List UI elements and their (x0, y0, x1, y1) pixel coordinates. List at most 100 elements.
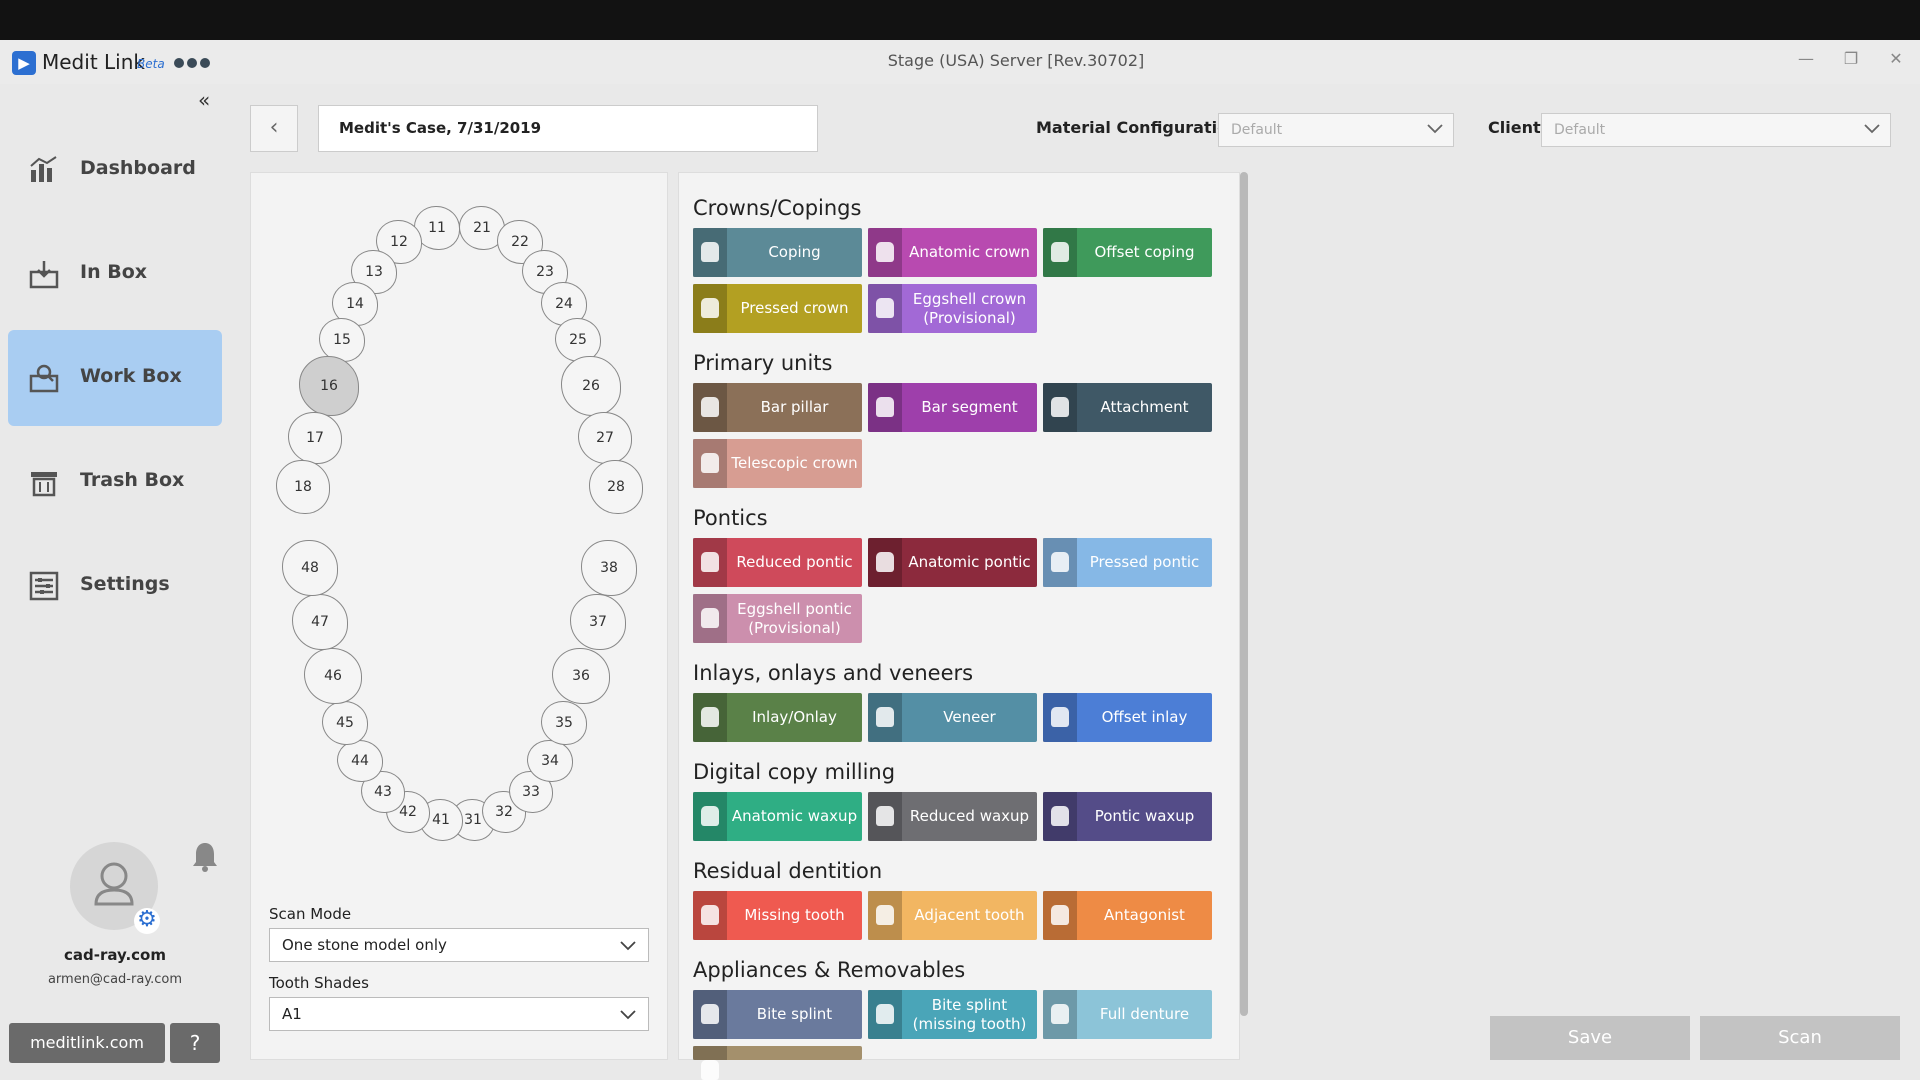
restore-icon[interactable]: ❐ (1839, 48, 1863, 70)
type-button-veneer[interactable]: Veneer (868, 693, 1037, 742)
type-button-coping[interactable]: Coping (693, 228, 862, 277)
notification-bell-icon[interactable] (190, 840, 220, 874)
type-button-eggshell-pontic[interactable]: Eggshell pontic (Provisional) (693, 594, 862, 643)
tooth-18[interactable]: 18 (276, 460, 330, 514)
case-name-field[interactable]: Medit's Case, 7/31/2019 (318, 105, 818, 152)
reduced-waxup-icon (868, 792, 902, 841)
type-button-bar-segment[interactable]: Bar segment (868, 383, 1037, 432)
tooth-16[interactable]: 16 (299, 356, 359, 416)
section-title-residual-dentition: Residual dentition (693, 859, 883, 883)
window-title: Stage (USA) Server [Rev.30702] (887, 51, 1145, 70)
tooth-17[interactable]: 17 (288, 412, 342, 464)
sidebar-item-dashboard[interactable]: Dashboard (8, 122, 222, 218)
tooth-28[interactable]: 28 (589, 460, 643, 514)
type-button-inlay-onlay[interactable]: Inlay/Onlay (693, 693, 862, 742)
type-label: Eggshell pontic (Provisional) (737, 599, 852, 637)
type-label: Attachment (1100, 398, 1189, 416)
sidebar-item-trash[interactable]: Trash Box (8, 434, 222, 530)
type-label: Missing tooth (744, 906, 845, 924)
section-title-crowns: Crowns/Copings (693, 196, 862, 220)
type-button-adjacent-tooth[interactable]: Adjacent tooth (868, 891, 1037, 940)
type-button-pressed-pontic[interactable]: Pressed pontic (1043, 538, 1212, 587)
beta-badge: Beta (137, 57, 165, 71)
type-button-anatomic-waxup[interactable]: Anatomic waxup (693, 792, 862, 841)
tooth-26[interactable]: 26 (561, 356, 621, 416)
save-button[interactable]: Save (1490, 1016, 1690, 1060)
more-menu-icon[interactable] (174, 53, 218, 69)
type-button-partial[interactable] (693, 1046, 862, 1080)
type-button-attachment[interactable]: Attachment (1043, 383, 1212, 432)
type-button-antagonist[interactable]: Antagonist (1043, 891, 1212, 940)
back-button[interactable]: ‹ (250, 105, 298, 152)
pressed-crown-icon (693, 284, 727, 333)
tooth-36[interactable]: 36 (552, 648, 610, 704)
type-button-eggshell-crown[interactable]: Eggshell crown (Provisional) (868, 284, 1037, 333)
offset-coping-icon (1043, 228, 1077, 277)
scan-mode-select[interactable]: One stone model only (269, 928, 649, 962)
chevron-down-icon (620, 941, 636, 951)
tooth-35[interactable]: 35 (541, 701, 587, 745)
scrollbar[interactable] (1240, 172, 1248, 1016)
telescopic-crown-icon (693, 439, 727, 488)
type-button-bar-pillar[interactable]: Bar pillar (693, 383, 862, 432)
anatomic-waxup-icon (693, 792, 727, 841)
type-button-pontic-waxup[interactable]: Pontic waxup (1043, 792, 1212, 841)
chevron-down-icon (620, 1010, 636, 1020)
tooth-46[interactable]: 46 (304, 648, 362, 704)
type-label: Coping (768, 243, 821, 261)
tooth-44[interactable]: 44 (337, 740, 383, 782)
section-title-digital-copy: Digital copy milling (693, 760, 896, 784)
collapse-sidebar-icon[interactable]: « (198, 88, 210, 112)
type-label: Bite splint (missing tooth) (912, 995, 1027, 1033)
tooth-shades-select[interactable]: A1 (269, 997, 649, 1031)
missing-tooth-icon (693, 891, 727, 940)
section-title-pontics: Pontics (693, 506, 768, 530)
medit-logo-icon: ▶ (12, 51, 36, 75)
os-top-bar (0, 0, 1920, 40)
type-button-telescopic-crown[interactable]: Telescopic crown (693, 439, 862, 488)
type-button-pressed-crown[interactable]: Pressed crown (693, 284, 862, 333)
type-button-offset-coping[interactable]: Offset coping (1043, 228, 1212, 277)
type-button-reduced-waxup[interactable]: Reduced waxup (868, 792, 1037, 841)
type-label: Bar pillar (760, 398, 829, 416)
type-label: Pressed crown (740, 299, 849, 317)
inbox-icon (29, 261, 59, 289)
tooth-45[interactable]: 45 (322, 701, 368, 745)
tooth-38[interactable]: 38 (581, 540, 637, 596)
chevron-down-icon (1427, 124, 1443, 134)
minimize-icon[interactable]: — (1794, 48, 1818, 70)
tooth-47[interactable]: 47 (292, 594, 348, 650)
tooth-34[interactable]: 34 (527, 740, 573, 782)
type-button-bite-splint-missing[interactable]: Bite splint (missing tooth) (868, 990, 1037, 1039)
type-button-bite-splint[interactable]: Bite splint (693, 990, 862, 1039)
section-title-primary-units: Primary units (693, 351, 833, 375)
bar-pillar-icon (693, 383, 727, 432)
sidebar-item-inbox[interactable]: In Box (8, 226, 222, 322)
scan-button[interactable]: Scan (1700, 1016, 1900, 1060)
help-icon[interactable]: ? (170, 1023, 220, 1063)
type-button-reduced-pontic[interactable]: Reduced pontic (693, 538, 862, 587)
material-configuration-label: Material Configuration (1036, 118, 1240, 137)
dashboard-icon (30, 156, 57, 182)
sidebar-item-settings[interactable]: Settings (8, 538, 222, 634)
type-button-missing-tooth[interactable]: Missing tooth (693, 891, 862, 940)
tooth-shades-label: Tooth Shades (269, 974, 369, 992)
type-button-full-denture[interactable]: Full denture (1043, 990, 1212, 1039)
type-button-offset-inlay[interactable]: Offset inlay (1043, 693, 1212, 742)
tooth-37[interactable]: 37 (570, 594, 626, 650)
type-button-anatomic-crown[interactable]: Anatomic crown (868, 228, 1037, 277)
type-label: Reduced pontic (736, 553, 853, 571)
material-configuration-value: Default (1231, 122, 1283, 138)
antagonist-icon (1043, 891, 1077, 940)
sidebar-item-workbox[interactable]: Work Box (8, 330, 222, 426)
tooth-shades-value: A1 (282, 1005, 302, 1023)
meditlink-website-button[interactable]: meditlink.com (9, 1023, 165, 1063)
profile-settings-icon[interactable]: ⚙ (134, 908, 160, 934)
close-icon[interactable]: ✕ (1884, 48, 1908, 70)
client-dropdown[interactable]: Default (1541, 113, 1891, 147)
tooth-27[interactable]: 27 (578, 412, 632, 464)
eggshell-crown-icon (868, 284, 902, 333)
type-button-anatomic-pontic[interactable]: Anatomic pontic (868, 538, 1037, 587)
material-configuration-dropdown[interactable]: Default (1218, 113, 1454, 147)
tooth-48[interactable]: 48 (282, 540, 338, 596)
